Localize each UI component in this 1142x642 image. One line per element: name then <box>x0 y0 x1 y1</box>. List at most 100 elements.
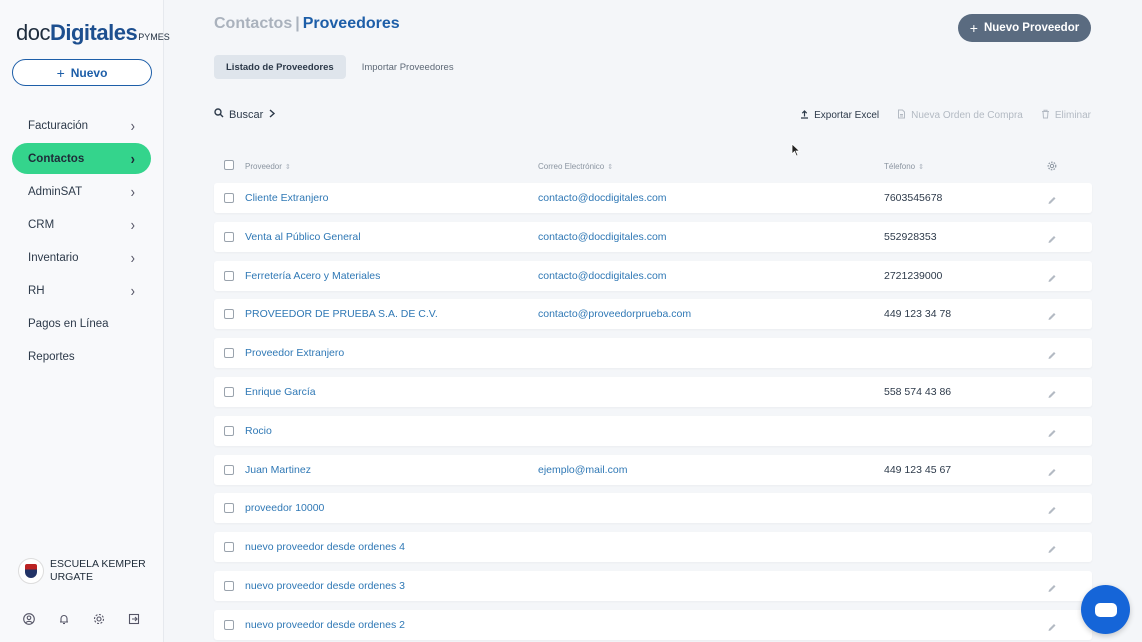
chevron-right-icon <box>268 108 276 121</box>
new-button[interactable]: + Nuevo <box>12 59 152 86</box>
brand-logo[interactable]: docDigitalesPYMES <box>16 20 170 46</box>
breadcrumb-parent[interactable]: Contactos <box>214 15 292 32</box>
supplier-name-link[interactable]: Venta al Público General <box>245 231 361 243</box>
supplier-email[interactable]: contacto@docdigitales.com <box>538 270 667 282</box>
supplier-name-link[interactable]: Rocio <box>245 425 272 437</box>
sidebar-item-reportes[interactable]: Reportes <box>12 341 151 372</box>
edit-pencil-icon[interactable] <box>1047 386 1058 398</box>
table-row[interactable]: Venta al Público General contacto@docdigi… <box>214 221 1092 252</box>
table-row[interactable]: nuevo proveedor desde ordenes 4 <box>214 532 1092 563</box>
tabs: Listado de Proveedores Importar Proveedo… <box>214 55 466 79</box>
mouse-pointer-icon <box>791 143 801 162</box>
row-checkbox[interactable] <box>224 386 234 397</box>
table-row[interactable]: PROVEEDOR DE PRUEBA S.A. DE C.V. contacto… <box>214 299 1092 330</box>
row-checkbox[interactable] <box>224 270 234 281</box>
row-checkbox[interactable] <box>224 193 234 203</box>
edit-pencil-icon[interactable] <box>1047 619 1058 631</box>
edit-pencil-icon[interactable] <box>1047 309 1058 321</box>
user-circle-icon[interactable] <box>22 612 35 625</box>
column-header-email[interactable]: Correo Electrónico ⇕ <box>538 162 613 171</box>
logo-pymes-text: PYMES <box>138 32 170 42</box>
tab-import-suppliers[interactable]: Importar Proveedores <box>350 55 466 79</box>
upload-icon <box>800 109 809 122</box>
new-purchase-order-button[interactable]: Nueva Orden de Compra <box>897 109 1023 122</box>
table-row[interactable]: Rocio <box>214 415 1092 446</box>
sidebar-item-adminsat[interactable]: AdminSAT › <box>12 176 151 207</box>
edit-pencil-icon[interactable] <box>1047 503 1058 515</box>
table-row[interactable]: Juan Martinez ejemplo@mail.com 449 123 45 … <box>214 454 1092 485</box>
select-all-checkbox[interactable] <box>224 160 234 170</box>
sidebar-item-label: CRM <box>28 218 55 231</box>
column-label: Correo Electrónico <box>538 162 605 171</box>
sidebar-item-facturaci-n[interactable]: Facturación › <box>12 110 151 141</box>
row-checkbox[interactable] <box>224 231 234 242</box>
row-checkbox[interactable] <box>224 309 234 320</box>
table-row[interactable]: proveedor 10000 <box>214 493 1092 524</box>
sidebar-item-crm[interactable]: CRM › <box>12 209 151 240</box>
sidebar-item-contactos[interactable]: Contactos › <box>12 143 151 174</box>
edit-pencil-icon[interactable] <box>1047 542 1058 554</box>
user-name: ESCUELA KEMPER URGATE <box>50 558 146 583</box>
supplier-email[interactable]: ejemplo@mail.com <box>538 464 627 476</box>
chat-button[interactable] <box>1081 585 1130 634</box>
edit-pencil-icon[interactable] <box>1047 193 1058 204</box>
row-checkbox[interactable] <box>224 348 234 359</box>
sort-icon: ⇕ <box>607 164 614 171</box>
page-title: Proveedores <box>302 15 400 32</box>
plus-icon: + <box>56 64 65 81</box>
supplier-name-link[interactable]: proveedor 10000 <box>245 502 324 514</box>
supplier-name-link[interactable]: Enrique García <box>245 386 316 398</box>
sidebar-item-label: Pagos en Línea <box>28 317 109 330</box>
export-excel-button[interactable]: Exportar Excel <box>800 109 879 122</box>
sidebar-item-inventario[interactable]: Inventario › <box>12 242 151 273</box>
sidebar-item-rh[interactable]: RH › <box>12 275 151 306</box>
column-header-supplier[interactable]: Proveedor ⇕ <box>245 162 291 171</box>
edit-pencil-icon[interactable] <box>1047 348 1058 360</box>
edit-pencil-icon[interactable] <box>1047 580 1058 592</box>
search-label: Buscar <box>229 108 264 121</box>
table-row[interactable]: Ferretería Acero y Materiales contacto@do… <box>214 260 1092 291</box>
row-checkbox[interactable] <box>224 580 234 591</box>
supplier-email[interactable]: contacto@docdigitales.com <box>538 192 667 204</box>
row-checkbox[interactable] <box>224 542 234 553</box>
supplier-email[interactable]: contacto@proveedorprueba.com <box>538 308 691 320</box>
column-settings-icon[interactable] <box>1047 161 1057 173</box>
table-row[interactable]: nuevo proveedor desde ordenes 3 <box>214 570 1092 601</box>
new-supplier-button[interactable]: + Nuevo Proveedor <box>958 14 1091 42</box>
supplier-name-link[interactable]: nuevo proveedor desde ordenes 4 <box>245 541 405 553</box>
school-crest-icon <box>25 564 37 578</box>
row-checkbox[interactable] <box>224 464 234 475</box>
sidebar-item-label: Inventario <box>28 251 79 264</box>
supplier-name-link[interactable]: Cliente Extranjero <box>245 192 328 204</box>
edit-pencil-icon[interactable] <box>1047 425 1058 437</box>
logout-icon[interactable] <box>127 612 140 625</box>
table-row[interactable]: nuevo proveedor desde ordenes 2 <box>214 609 1092 640</box>
delete-button[interactable]: Eliminar <box>1041 109 1091 122</box>
edit-pencil-icon[interactable] <box>1047 270 1058 282</box>
row-checkbox[interactable] <box>224 503 234 514</box>
table-row[interactable]: Cliente Extranjero contacto@docdigitales.… <box>214 183 1092 213</box>
supplier-name-link[interactable]: Ferretería Acero y Materiales <box>245 270 380 282</box>
supplier-name-link[interactable]: Proveedor Extranjero <box>245 347 344 359</box>
supplier-name-link[interactable]: Juan Martinez <box>245 464 311 476</box>
tab-supplier-list[interactable]: Listado de Proveedores <box>214 55 346 79</box>
gear-icon[interactable] <box>92 612 105 625</box>
chat-bubble-icon <box>1094 602 1117 617</box>
bell-icon[interactable] <box>57 612 70 625</box>
supplier-name-link[interactable]: nuevo proveedor desde ordenes 2 <box>245 619 405 631</box>
search-toggle[interactable]: Buscar <box>214 108 276 121</box>
table-row[interactable]: Enrique García 558 574 43 86 <box>214 376 1092 407</box>
supplier-name-link[interactable]: PROVEEDOR DE PRUEBA S.A. DE C.V. <box>245 308 438 320</box>
supplier-name-link[interactable]: nuevo proveedor desde ordenes 3 <box>245 580 405 592</box>
column-header-phone[interactable]: Télefono ⇕ <box>884 162 924 171</box>
supplier-phone: 2721239000 <box>884 269 943 282</box>
user-profile[interactable]: ESCUELA KEMPER URGATE <box>18 558 150 584</box>
edit-pencil-icon[interactable] <box>1047 231 1058 243</box>
supplier-email[interactable]: contacto@docdigitales.com <box>538 231 667 243</box>
table-row[interactable]: Proveedor Extranjero <box>214 338 1092 369</box>
edit-pencil-icon[interactable] <box>1047 464 1058 476</box>
row-checkbox[interactable] <box>224 425 234 436</box>
sidebar-item-pagos-en-l-nea[interactable]: Pagos en Línea <box>12 308 151 339</box>
row-checkbox[interactable] <box>224 619 234 630</box>
chevron-right-icon: › <box>130 215 135 234</box>
